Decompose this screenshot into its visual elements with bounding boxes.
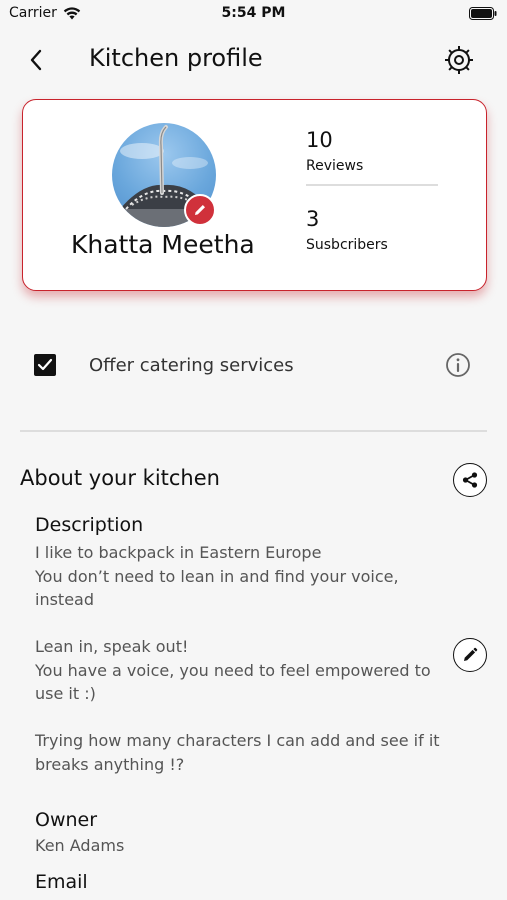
reviews-label: Reviews	[306, 158, 364, 174]
back-button[interactable]	[22, 46, 50, 74]
page-title: Kitchen profile	[89, 44, 263, 72]
edit-description-button[interactable]	[453, 638, 487, 672]
description-paragraph: I like to backpack in Eastern Europe You…	[35, 543, 399, 609]
reviews-count: 10	[306, 128, 333, 152]
edit-avatar-button[interactable]	[184, 194, 216, 226]
kitchen-name: Khatta Meetha	[71, 230, 255, 259]
catering-checkbox[interactable]	[34, 354, 56, 376]
email-heading: Email	[35, 871, 88, 893]
gear-icon	[445, 46, 473, 74]
pencil-icon	[464, 647, 478, 661]
share-icon	[462, 472, 478, 488]
subscribers-count: 3	[306, 207, 320, 231]
subscribers-label: Susbcribers	[306, 237, 388, 253]
settings-button[interactable]	[443, 44, 475, 76]
status-bar: Carrier 5:54 PM	[0, 0, 507, 28]
section-divider	[20, 430, 487, 432]
status-time: 5:54 PM	[221, 5, 286, 21]
description-paragraph: Trying how many characters I can add and…	[35, 731, 440, 774]
catering-option: Offer catering services	[0, 340, 507, 392]
profile-card: Khatta Meetha 10 Reviews 3 Susbcribers	[22, 99, 487, 291]
description-text: I like to backpack in Eastern Europe You…	[35, 541, 445, 800]
owner-heading: Owner	[35, 809, 98, 831]
chevron-left-icon	[30, 49, 42, 71]
pencil-icon	[195, 205, 205, 215]
about-section-title: About your kitchen	[20, 466, 220, 490]
description-paragraph: Lean in, speak out! You have a voice, yo…	[35, 637, 431, 703]
checkmark-icon	[37, 358, 53, 371]
info-icon	[446, 353, 470, 377]
battery-icon	[469, 7, 497, 24]
owner-value: Ken Adams	[35, 836, 125, 855]
info-button[interactable]	[444, 351, 472, 379]
nav-bar: Kitchen profile	[0, 36, 507, 84]
stats-divider	[306, 184, 438, 186]
description-heading: Description	[35, 514, 144, 536]
catering-label: Offer catering services	[89, 355, 294, 376]
share-button[interactable]	[453, 463, 487, 497]
